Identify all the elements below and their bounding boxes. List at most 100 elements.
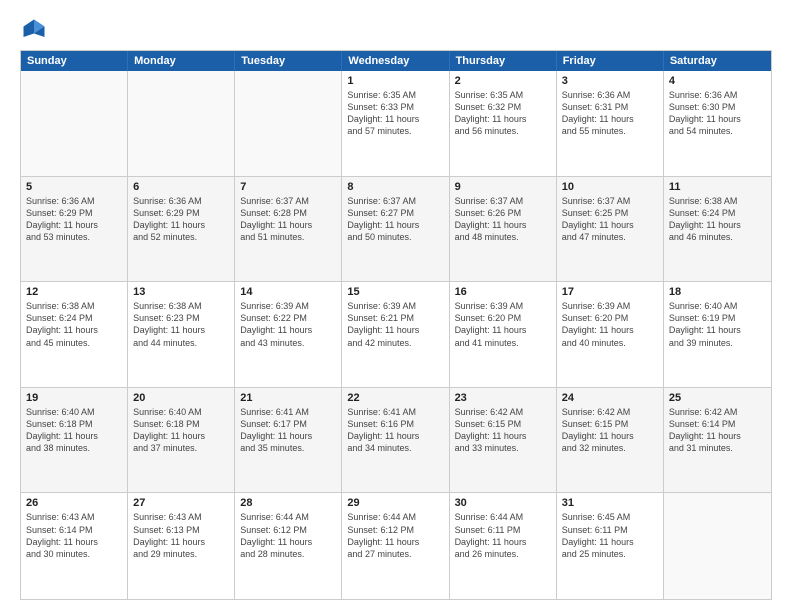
cell-info: Sunrise: 6:35 AM Sunset: 6:32 PM Dayligh…: [455, 89, 551, 138]
calendar-cell: 3Sunrise: 6:36 AM Sunset: 6:31 PM Daylig…: [557, 71, 664, 176]
cell-date: 29: [347, 497, 443, 509]
cell-date: 10: [562, 181, 658, 193]
calendar-row: 19Sunrise: 6:40 AM Sunset: 6:18 PM Dayli…: [21, 388, 771, 494]
cell-date: 30: [455, 497, 551, 509]
cell-info: Sunrise: 6:37 AM Sunset: 6:27 PM Dayligh…: [347, 195, 443, 244]
calendar-cell: 16Sunrise: 6:39 AM Sunset: 6:20 PM Dayli…: [450, 282, 557, 387]
calendar-cell: [664, 493, 771, 599]
calendar-cell: 25 Sunrise: 6:42 AM Sunset: 6:14 PM Dayli…: [664, 388, 771, 493]
cell-info: Sunrise: 6:41 AM Sunset: 6:17 PM Dayligh…: [240, 406, 336, 455]
calendar-cell: 28 Sunrise: 6:44 AM Sunset: 6:12 PM Dayli…: [235, 493, 342, 599]
cell-date: 9: [455, 181, 551, 193]
calendar-cell: 6 Sunrise: 6:36 AM Sunset: 6:29 PM Daylig…: [128, 177, 235, 282]
cell-info: Sunrise: 6:38 AM Sunset: 6:24 PM Dayligh…: [26, 300, 122, 349]
calendar-cell: 2 Sunrise: 6:35 AM Sunset: 6:32 PM Daylig…: [450, 71, 557, 176]
calendar-cell: 5 Sunrise: 6:36 AM Sunset: 6:29 PM Daylig…: [21, 177, 128, 282]
cell-info: Sunrise: 6:39 AM Sunset: 6:20 PM Dayligh…: [562, 300, 658, 349]
cell-info: Sunrise: 6:38 AM Sunset: 6:24 PM Dayligh…: [669, 195, 766, 244]
cell-date: 8: [347, 181, 443, 193]
calendar-cell: 22Sunrise: 6:41 AM Sunset: 6:16 PM Dayli…: [342, 388, 449, 493]
cell-date: 18: [669, 286, 766, 298]
day-header-sunday: Sunday: [21, 51, 128, 71]
cell-date: 23: [455, 392, 551, 404]
calendar-cell: [128, 71, 235, 176]
calendar-cell: 26Sunrise: 6:43 AM Sunset: 6:14 PM Dayli…: [21, 493, 128, 599]
cell-info: Sunrise: 6:36 AM Sunset: 6:29 PM Dayligh…: [26, 195, 122, 244]
cell-info: Sunrise: 6:45 AM Sunset: 6:11 PM Dayligh…: [562, 511, 658, 560]
calendar-cell: 1 Sunrise: 6:35 AM Sunset: 6:33 PM Daylig…: [342, 71, 449, 176]
cell-info: Sunrise: 6:42 AM Sunset: 6:15 PM Dayligh…: [562, 406, 658, 455]
cell-info: Sunrise: 6:41 AM Sunset: 6:16 PM Dayligh…: [347, 406, 443, 455]
calendar-row: 26Sunrise: 6:43 AM Sunset: 6:14 PM Dayli…: [21, 493, 771, 599]
cell-info: Sunrise: 6:39 AM Sunset: 6:22 PM Dayligh…: [240, 300, 336, 349]
calendar-cell: 21 Sunrise: 6:41 AM Sunset: 6:17 PM Dayli…: [235, 388, 342, 493]
calendar-cell: 7Sunrise: 6:37 AM Sunset: 6:28 PM Daylig…: [235, 177, 342, 282]
cell-date: 26: [26, 497, 122, 509]
day-header-saturday: Saturday: [664, 51, 771, 71]
calendar-row: 1 Sunrise: 6:35 AM Sunset: 6:33 PM Daylig…: [21, 71, 771, 177]
calendar-cell: 20 Sunrise: 6:40 AM Sunset: 6:18 PM Dayli…: [128, 388, 235, 493]
calendar-cell: 17 Sunrise: 6:39 AM Sunset: 6:20 PM Dayli…: [557, 282, 664, 387]
cell-info: Sunrise: 6:40 AM Sunset: 6:19 PM Dayligh…: [669, 300, 766, 349]
cell-date: 14: [240, 286, 336, 298]
cell-date: 20: [133, 392, 229, 404]
cell-info: Sunrise: 6:39 AM Sunset: 6:20 PM Dayligh…: [455, 300, 551, 349]
calendar-cell: 15 Sunrise: 6:39 AM Sunset: 6:21 PM Dayli…: [342, 282, 449, 387]
cell-date: 4: [669, 75, 766, 87]
cell-date: 21: [240, 392, 336, 404]
day-headers: SundayMondayTuesdayWednesdayThursdayFrid…: [21, 51, 771, 71]
cell-date: 7: [240, 181, 336, 193]
calendar-cell: 4 Sunrise: 6:36 AM Sunset: 6:30 PM Daylig…: [664, 71, 771, 176]
calendar-cell: 13 Sunrise: 6:38 AM Sunset: 6:23 PM Dayli…: [128, 282, 235, 387]
cell-info: Sunrise: 6:44 AM Sunset: 6:11 PM Dayligh…: [455, 511, 551, 560]
calendar-row: 12 Sunrise: 6:38 AM Sunset: 6:24 PM Dayli…: [21, 282, 771, 388]
cell-date: 25: [669, 392, 766, 404]
cell-date: 24: [562, 392, 658, 404]
cell-info: Sunrise: 6:37 AM Sunset: 6:25 PM Dayligh…: [562, 195, 658, 244]
cell-date: 28: [240, 497, 336, 509]
cell-info: Sunrise: 6:42 AM Sunset: 6:15 PM Dayligh…: [455, 406, 551, 455]
cell-date: 2: [455, 75, 551, 87]
calendar-row: 5 Sunrise: 6:36 AM Sunset: 6:29 PM Daylig…: [21, 177, 771, 283]
cell-date: 1: [347, 75, 443, 87]
calendar-cell: 23 Sunrise: 6:42 AM Sunset: 6:15 PM Dayli…: [450, 388, 557, 493]
cell-date: 12: [26, 286, 122, 298]
calendar-cell: 30 Sunrise: 6:44 AM Sunset: 6:11 PM Dayli…: [450, 493, 557, 599]
calendar-cell: 31 Sunrise: 6:45 AM Sunset: 6:11 PM Dayli…: [557, 493, 664, 599]
cell-info: Sunrise: 6:44 AM Sunset: 6:12 PM Dayligh…: [240, 511, 336, 560]
cell-info: Sunrise: 6:42 AM Sunset: 6:14 PM Dayligh…: [669, 406, 766, 455]
calendar-cell: [21, 71, 128, 176]
cell-date: 31: [562, 497, 658, 509]
cell-date: 17: [562, 286, 658, 298]
calendar-cell: 18 Sunrise: 6:40 AM Sunset: 6:19 PM Dayli…: [664, 282, 771, 387]
calendar-body: 1 Sunrise: 6:35 AM Sunset: 6:33 PM Daylig…: [21, 71, 771, 599]
calendar-cell: 10 Sunrise: 6:37 AM Sunset: 6:25 PM Dayli…: [557, 177, 664, 282]
cell-info: Sunrise: 6:36 AM Sunset: 6:29 PM Dayligh…: [133, 195, 229, 244]
header: [20, 16, 772, 44]
calendar: SundayMondayTuesdayWednesdayThursdayFrid…: [20, 50, 772, 600]
logo: [20, 16, 52, 44]
day-header-thursday: Thursday: [450, 51, 557, 71]
cell-info: Sunrise: 6:38 AM Sunset: 6:23 PM Dayligh…: [133, 300, 229, 349]
calendar-cell: 24 Sunrise: 6:42 AM Sunset: 6:15 PM Dayli…: [557, 388, 664, 493]
calendar-cell: [235, 71, 342, 176]
calendar-cell: 14 Sunrise: 6:39 AM Sunset: 6:22 PM Dayli…: [235, 282, 342, 387]
cell-date: 13: [133, 286, 229, 298]
calendar-cell: 19Sunrise: 6:40 AM Sunset: 6:18 PM Dayli…: [21, 388, 128, 493]
cell-date: 11: [669, 181, 766, 193]
cell-info: Sunrise: 6:35 AM Sunset: 6:33 PM Dayligh…: [347, 89, 443, 138]
cell-info: Sunrise: 6:37 AM Sunset: 6:26 PM Dayligh…: [455, 195, 551, 244]
cell-info: Sunrise: 6:39 AM Sunset: 6:21 PM Dayligh…: [347, 300, 443, 349]
cell-date: 5: [26, 181, 122, 193]
cell-info: Sunrise: 6:40 AM Sunset: 6:18 PM Dayligh…: [133, 406, 229, 455]
calendar-cell: 9 Sunrise: 6:37 AM Sunset: 6:26 PM Daylig…: [450, 177, 557, 282]
cell-info: Sunrise: 6:36 AM Sunset: 6:30 PM Dayligh…: [669, 89, 766, 138]
logo-icon: [20, 16, 48, 44]
cell-date: 15: [347, 286, 443, 298]
cell-date: 3: [562, 75, 658, 87]
day-header-monday: Monday: [128, 51, 235, 71]
calendar-cell: 29Sunrise: 6:44 AM Sunset: 6:12 PM Dayli…: [342, 493, 449, 599]
day-header-friday: Friday: [557, 51, 664, 71]
cell-date: 27: [133, 497, 229, 509]
cell-date: 6: [133, 181, 229, 193]
